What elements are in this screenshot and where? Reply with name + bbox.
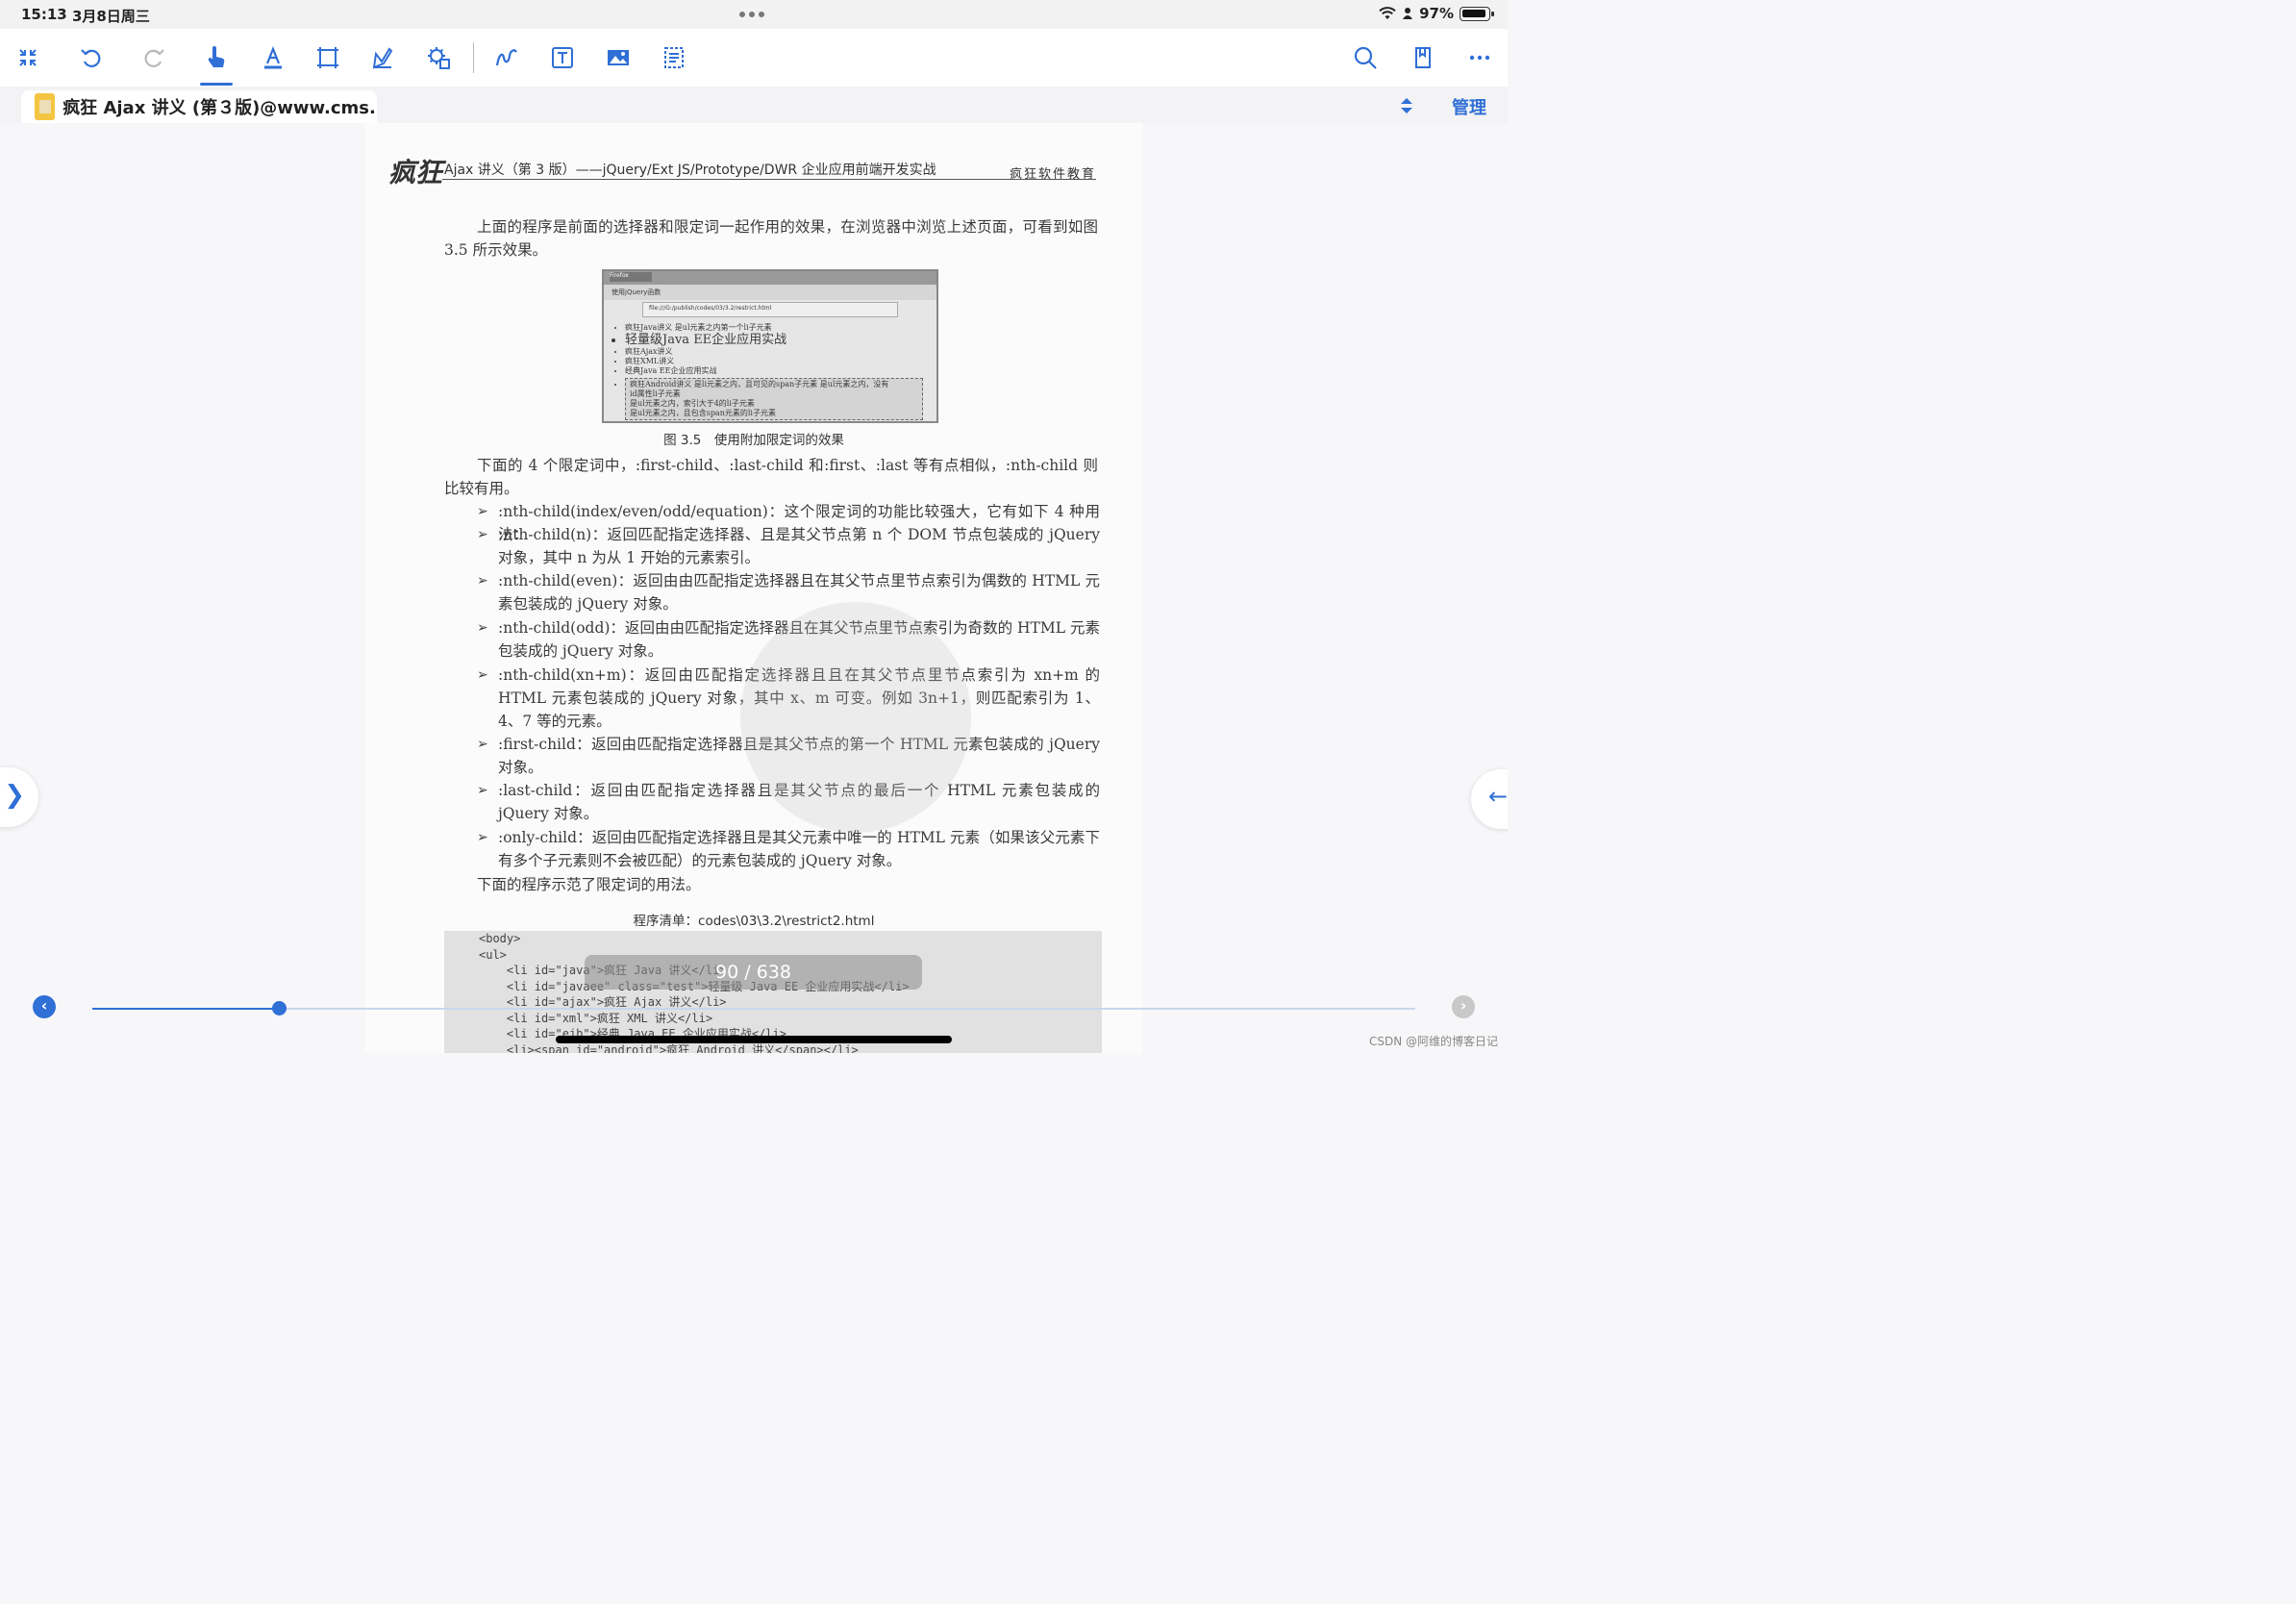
undo-icon[interactable] xyxy=(76,42,107,73)
figure-selected-line: 是ul元素之内，索引大于4的li子元素 xyxy=(630,399,755,408)
figure-selected-line: 是ul元素之内，且包含span元素的li子元素 xyxy=(630,409,776,417)
code-line: <li id="xml">疯狂 XML 讲义</li> xyxy=(479,1011,713,1025)
pdf-file-icon xyxy=(35,93,56,120)
crop-icon[interactable] xyxy=(312,42,343,73)
back-button[interactable]: ← xyxy=(1471,769,1508,829)
main-toolbar xyxy=(0,29,1508,87)
wifi-icon xyxy=(1379,7,1396,19)
figure-browser-label: Firefox xyxy=(610,272,652,282)
page-slider-track[interactable] xyxy=(92,1008,1415,1010)
next-page-small-button[interactable]: › xyxy=(1452,995,1475,1018)
page-slider-fill xyxy=(92,1008,279,1010)
figure-list-item: 疯狂XML讲义 xyxy=(625,357,923,366)
arrow-bullet-icon: ➢ xyxy=(477,830,488,845)
collapse-icon[interactable] xyxy=(12,42,43,73)
figure-selected-line: id属性li子元素 xyxy=(630,389,681,398)
figure-screenshot: Firefox 使用jQuery函数 file:///G:/publish/co… xyxy=(602,269,938,423)
figure-tab-label: 使用jQuery函数 xyxy=(604,285,936,300)
next-page-button[interactable]: ❯ xyxy=(0,767,38,827)
running-header-title: Ajax 讲义（第 3 版）——jQuery/Ext JS/Prototype/… xyxy=(444,163,936,178)
figure-list-item: 疯狂Java讲义 是ul元素之内第一个li子元素 xyxy=(625,323,923,333)
bullet-item: ➢:only-child：返回由匹配指定选择器且是其父元素中唯一的 HTML 元… xyxy=(477,826,1100,872)
status-date: 3月8日周三 xyxy=(72,8,150,25)
figure-address-bar: file:///G:/publish/codes/03/3.2/restrict… xyxy=(642,302,898,317)
arrow-bullet-icon: ➢ xyxy=(477,573,488,589)
figure-list: 疯狂Java讲义 是ul元素之内第一个li子元素 轻量级Java EE企业应用实… xyxy=(604,317,936,420)
document-tab[interactable]: 疯狂 Ajax 讲义 (第３版)@www.cms... xyxy=(21,90,377,123)
previous-page-button[interactable]: ‹ xyxy=(33,995,56,1018)
header-rule xyxy=(442,179,1096,180)
more-icon[interactable] xyxy=(1464,42,1495,73)
arrow-bullet-icon: ➢ xyxy=(477,620,488,636)
paragraph-intro: 上面的程序是前面的选择器和限定词一起作用的效果，在浏览器中浏览上述页面，可看到如… xyxy=(444,218,1098,259)
program-listing-title: 程序清单：codes\03\3.2\restrict2.html xyxy=(633,914,875,929)
select-text-icon[interactable] xyxy=(659,42,689,73)
arrow-bullet-icon: ➢ xyxy=(477,667,488,683)
chevron-left-icon: ‹ xyxy=(40,996,48,1015)
toolbar-divider xyxy=(473,42,474,73)
bullet-item: ➢:nth-child(n)：返回匹配指定选择器、且是其父节点第 n 个 DOM… xyxy=(477,523,1100,569)
status-time: 15:13 xyxy=(21,6,67,23)
arrow-left-icon: ← xyxy=(1488,783,1508,810)
home-indicator[interactable] xyxy=(556,1036,952,1043)
redo-icon[interactable] xyxy=(138,42,169,73)
csdn-watermark: CSDN @阿维的博客日记 xyxy=(1368,1035,1498,1048)
figure-list-item: 轻量级Java EE企业应用实战 xyxy=(625,333,923,347)
chevron-right-icon: › xyxy=(1460,996,1467,1015)
code-line: <body> xyxy=(479,932,521,945)
multitask-dots-icon[interactable] xyxy=(739,12,764,17)
bookmark-icon[interactable] xyxy=(1408,42,1438,73)
figure-list-item: 疯狂Ajax讲义 xyxy=(625,347,923,357)
status-bar: 15:13 3月8日周三 97% xyxy=(0,0,1508,29)
status-indicators: 97% xyxy=(1379,5,1494,22)
code-listing: <body><ul> <li id="java">疯狂 Java 讲义</li>… xyxy=(444,931,1102,1053)
active-tool-indicator xyxy=(200,83,233,86)
text-highlight-icon[interactable] xyxy=(258,42,288,73)
figure-selection-box: 疯狂Android讲义 是li元素之内，且可见的span子元素 是ul元素之内，… xyxy=(625,378,923,420)
page-indicator: 90 / 638 xyxy=(585,955,922,990)
text-box-icon[interactable] xyxy=(547,42,578,73)
arrow-bullet-icon: ➢ xyxy=(477,504,488,519)
code-line: <li><span id="android">疯狂 Android 讲义</sp… xyxy=(479,1042,859,1054)
arrow-bullet-icon: ➢ xyxy=(477,737,488,752)
figure-list-item: 经典Java EE企业应用实战 xyxy=(625,366,923,376)
arrow-bullet-icon: ➢ xyxy=(477,783,488,798)
paragraph-demo: 下面的程序示范了限定词的用法。 xyxy=(477,876,701,893)
bullet-item: ➢:nth-child(even)：返回由由匹配指定选择器且在其父节点里节点索引… xyxy=(477,569,1100,615)
book-logo: 疯狂 xyxy=(388,157,443,188)
figure-selected-line: 疯狂Android讲义 是li元素之内，且可见的span子元素 是ul元素之内，… xyxy=(630,380,889,388)
paragraph-qualifiers: 下面的 4 个限定词中，:first-child、:last-child 和:f… xyxy=(444,457,1098,497)
freehand-draw-icon[interactable] xyxy=(491,42,522,73)
page-slider-thumb[interactable] xyxy=(272,1001,287,1015)
stamp-settings-icon[interactable] xyxy=(423,42,454,73)
figure-list-item: 疯狂Android讲义 是li元素之内，且可见的span子元素 是ul元素之内，… xyxy=(625,378,923,420)
arrow-bullet-icon: ➢ xyxy=(477,527,488,542)
signature-icon[interactable] xyxy=(367,42,398,73)
leaf-watermark-icon xyxy=(740,602,971,833)
battery-icon xyxy=(1460,6,1494,21)
sort-icon[interactable] xyxy=(1398,96,1415,115)
image-icon[interactable] xyxy=(603,42,634,73)
pdf-reader-app: 15:13 3月8日周三 97% 疯狂 Ajax 讲义 (第３版)@www.cm… xyxy=(0,0,1508,1053)
document-tab-title: 疯狂 Ajax 讲义 (第３版)@www.cms... xyxy=(62,98,377,118)
chevron-right-icon: ❯ xyxy=(4,781,25,810)
pdf-page[interactable]: 疯狂 Ajax 讲义（第 3 版）——jQuery/Ext JS/Prototy… xyxy=(365,123,1142,1053)
search-icon[interactable] xyxy=(1350,42,1381,73)
figure-caption: 图 3.5 使用附加限定词的效果 xyxy=(663,433,844,448)
manage-button[interactable]: 管理 xyxy=(1452,94,1486,119)
person-icon xyxy=(1403,8,1413,19)
battery-percent: 97% xyxy=(1419,5,1454,22)
hand-pointer-icon[interactable] xyxy=(201,42,232,73)
figure-titlebar: Firefox xyxy=(604,271,936,285)
